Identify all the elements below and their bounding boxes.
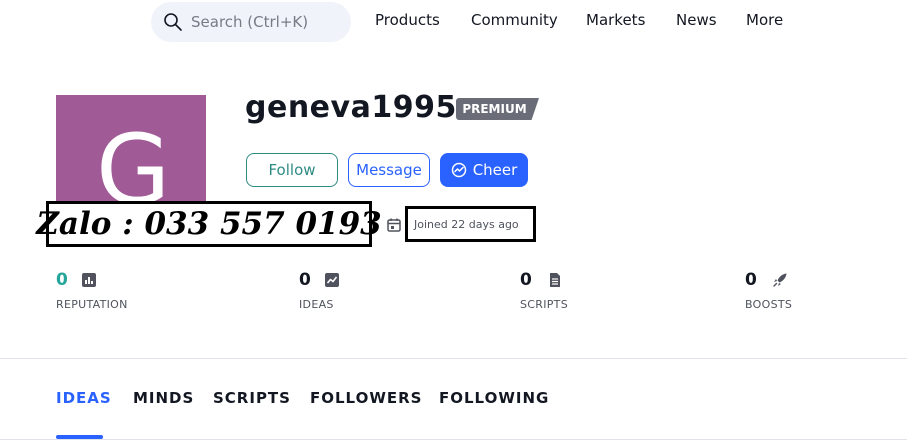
- avatar-letter: G: [96, 114, 171, 203]
- document-icon: [550, 273, 560, 287]
- avatar: G: [56, 95, 206, 203]
- ideas-value: 0: [299, 270, 311, 290]
- rocket-icon: [773, 273, 787, 287]
- tab-followers[interactable]: FOLLOWERS: [310, 389, 422, 407]
- cheer-label: Cheer: [472, 161, 518, 179]
- bar-chart-icon: [82, 273, 96, 287]
- ideas-label: IDEAS: [299, 298, 334, 311]
- nav-news[interactable]: News: [676, 11, 717, 33]
- joined-box: Joined 22 days ago: [405, 206, 536, 242]
- tab-following[interactable]: FOLLOWING: [439, 389, 549, 407]
- search-icon: [164, 13, 182, 31]
- search-bar[interactable]: Search (Ctrl+K): [151, 2, 351, 42]
- overlay-text-box: Zalo : 033 557 0193: [36, 201, 382, 247]
- tab-ideas[interactable]: IDEAS: [56, 389, 112, 407]
- joined-date: Joined 22 days ago: [414, 217, 519, 231]
- premium-badge: PREMIUM: [456, 98, 539, 120]
- tabs-divider: [0, 439, 907, 440]
- tab-scripts[interactable]: SCRIPTS: [213, 389, 291, 407]
- follow-button[interactable]: Follow: [246, 153, 338, 187]
- reputation-label: REPUTATION: [56, 298, 128, 311]
- tab-minds[interactable]: MINDS: [133, 389, 194, 407]
- reputation-value: 0: [56, 270, 68, 290]
- cheer-button[interactable]: Cheer: [440, 153, 528, 187]
- calendar-icon: [387, 218, 401, 232]
- boosts-label: BOOSTS: [745, 298, 793, 311]
- section-divider: [0, 358, 907, 359]
- overlay-text: Zalo : 033 557 0193: [36, 206, 382, 242]
- nav-markets[interactable]: Markets: [586, 11, 645, 33]
- nav-community[interactable]: Community: [471, 11, 558, 33]
- boosts-value: 0: [745, 270, 757, 290]
- trend-chart-icon: [325, 273, 339, 287]
- nav-more[interactable]: More: [746, 11, 783, 33]
- message-button[interactable]: Message: [348, 153, 430, 187]
- search-placeholder: Search (Ctrl+K): [191, 13, 309, 31]
- username: geneva1995: [245, 90, 457, 125]
- scripts-label: SCRIPTS: [520, 298, 568, 311]
- cheer-icon: [451, 162, 466, 178]
- nav-products[interactable]: Products: [375, 11, 440, 33]
- scripts-value: 0: [520, 270, 532, 290]
